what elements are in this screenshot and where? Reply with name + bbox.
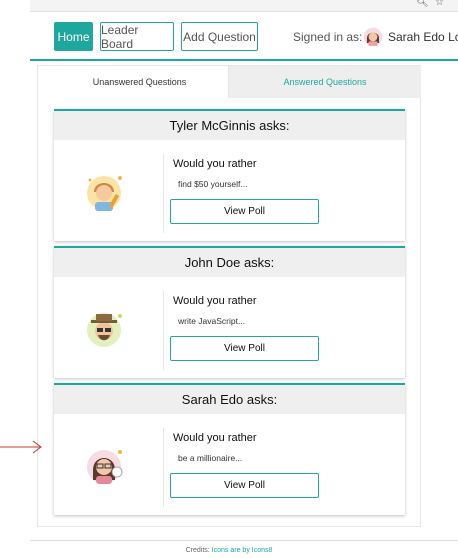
card-question-snippet: be a millionaire... [178,453,243,463]
card-author-header: John Doe asks: [54,248,405,277]
nav-divider [30,59,458,61]
questions-panel: Unanswered Questions Answered Questions … [37,65,421,527]
nav-home-button[interactable]: Home [54,22,93,51]
user-name: Sarah Edo [388,30,445,44]
question-tabs: Unanswered Questions Answered Questions [51,66,421,98]
question-card: Sarah Edo asks: Would you rather be a mi… [54,383,405,515]
question-card: John Doe asks: Would you rather write Ja… [54,246,405,378]
card-divider [163,154,164,233]
tab-unanswered[interactable]: Unanswered Questions [51,66,229,98]
footer-credits: Credits: Icons are by Icons8 [0,547,458,554]
top-navigation: Home Leader Board Add Question Signed in… [0,12,458,60]
annotation-arrow-icon [0,440,42,454]
card-divider [163,291,164,370]
view-poll-button[interactable]: View Poll [170,199,319,224]
card-question-snippet: write JavaScript... [178,316,246,326]
nav-add-question-button[interactable]: Add Question [181,22,258,51]
question-card: Tyler McGinnis asks: Would you rather fi… [54,109,405,241]
footer-credits-label: Credits: [185,547,210,554]
user-avatar-icon [363,27,383,47]
woman-with-glasses-avatar-icon [87,450,123,484]
nav-leaderboard-button[interactable]: Leader Board [100,22,174,51]
card-question-snippet: find $50 yourself... [178,179,248,189]
browser-toolbar-strip: 🔍︎ ☆ [30,0,458,12]
view-poll-button[interactable]: View Poll [170,336,319,361]
man-with-hat-glasses-avatar-icon [87,313,122,347]
boy-with-pencil-avatar-icon [87,176,122,211]
card-author-header: Sarah Edo asks: [54,385,405,414]
tab-answered[interactable]: Answered Questions [229,66,421,98]
footer-divider [30,540,458,541]
star-icon[interactable]: ☆ [435,0,444,8]
card-author-header: Tyler McGinnis asks: [54,111,405,140]
signed-in-label: Signed in as: [293,30,363,44]
card-question-prompt: Would you rather [173,295,257,307]
logout-link[interactable]: Log [448,30,458,44]
user-info: Sarah Edo Log [388,30,458,44]
card-divider [163,428,164,507]
view-poll-button[interactable]: View Poll [170,473,319,498]
card-question-prompt: Would you rather [173,158,257,170]
zoom-icon[interactable]: 🔍︎ [416,0,429,8]
card-question-prompt: Would you rather [173,432,257,444]
icons8-credit-link[interactable]: Icons are by Icons8 [212,547,273,554]
